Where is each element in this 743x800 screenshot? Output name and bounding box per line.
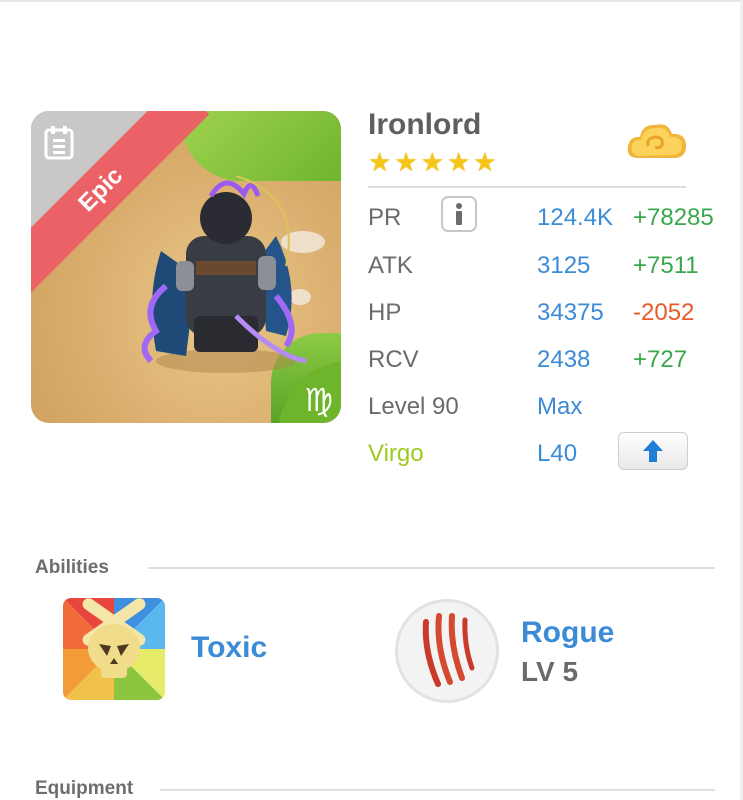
toxic-skull-art xyxy=(63,598,165,700)
star-icon: ★ xyxy=(420,147,444,177)
top-border xyxy=(0,0,743,2)
hero-name: Ironlord xyxy=(368,108,482,141)
ability-name-toxic[interactable]: Toxic xyxy=(191,631,267,665)
zodiac-upgrade-button[interactable] xyxy=(618,432,688,470)
star-icon: ★ xyxy=(368,147,392,177)
stat-value-level: Max xyxy=(537,393,583,420)
stat-value-pr: 124.4K xyxy=(537,204,614,231)
equipment-divider xyxy=(160,789,715,791)
stat-delta-hp: -2052 xyxy=(633,299,695,326)
hero-portrait-card[interactable]: Epic ♍ xyxy=(31,111,341,423)
stat-value-zodiac: L40 xyxy=(537,440,578,467)
stat-label-zodiac: Virgo xyxy=(368,440,424,467)
info-icon xyxy=(456,203,462,225)
abilities-section-title: Abilities xyxy=(35,557,109,578)
stat-value-atk: 3125 xyxy=(537,252,591,279)
ability-name-rogue[interactable]: Rogue xyxy=(521,616,614,650)
star-icon: ★ xyxy=(394,147,418,177)
claw-marks-art xyxy=(422,613,475,687)
stat-delta-atk: +7511 xyxy=(633,252,699,279)
header-divider xyxy=(368,186,686,188)
stat-delta-pr: +78285 xyxy=(633,204,714,231)
stat-delta-rcv: +727 xyxy=(633,346,688,373)
stat-label-level: Level 90 xyxy=(368,393,459,420)
star-rating: ★ ★ ★ ★ ★ xyxy=(368,149,497,175)
star-icon: ★ xyxy=(446,147,471,177)
stat-label-rcv: RCV xyxy=(368,346,419,373)
virgo-symbol-icon: ♍ xyxy=(304,382,333,418)
abilities-divider xyxy=(148,567,715,569)
stat-value-rcv: 2438 xyxy=(537,346,591,373)
epic-book-icon xyxy=(44,126,74,160)
zodiac-badge: ♍ xyxy=(279,361,341,423)
cloud-icon[interactable] xyxy=(626,118,688,168)
ability-level-rogue: LV 5 xyxy=(521,656,579,687)
hero-figure xyxy=(141,175,307,373)
star-icon: ★ xyxy=(473,147,497,177)
equipment-section-title: Equipment xyxy=(35,778,134,799)
stat-label-atk: ATK xyxy=(368,252,413,279)
toxic-skull-icon[interactable] xyxy=(63,598,165,700)
stat-label-hp: HP xyxy=(368,299,402,326)
stat-value-hp: 34375 xyxy=(537,299,604,326)
claw-marks-icon[interactable] xyxy=(395,599,499,703)
info-button[interactable] xyxy=(441,196,477,232)
stat-label-pr: PR xyxy=(368,204,402,231)
arrow-up-icon xyxy=(643,440,663,462)
